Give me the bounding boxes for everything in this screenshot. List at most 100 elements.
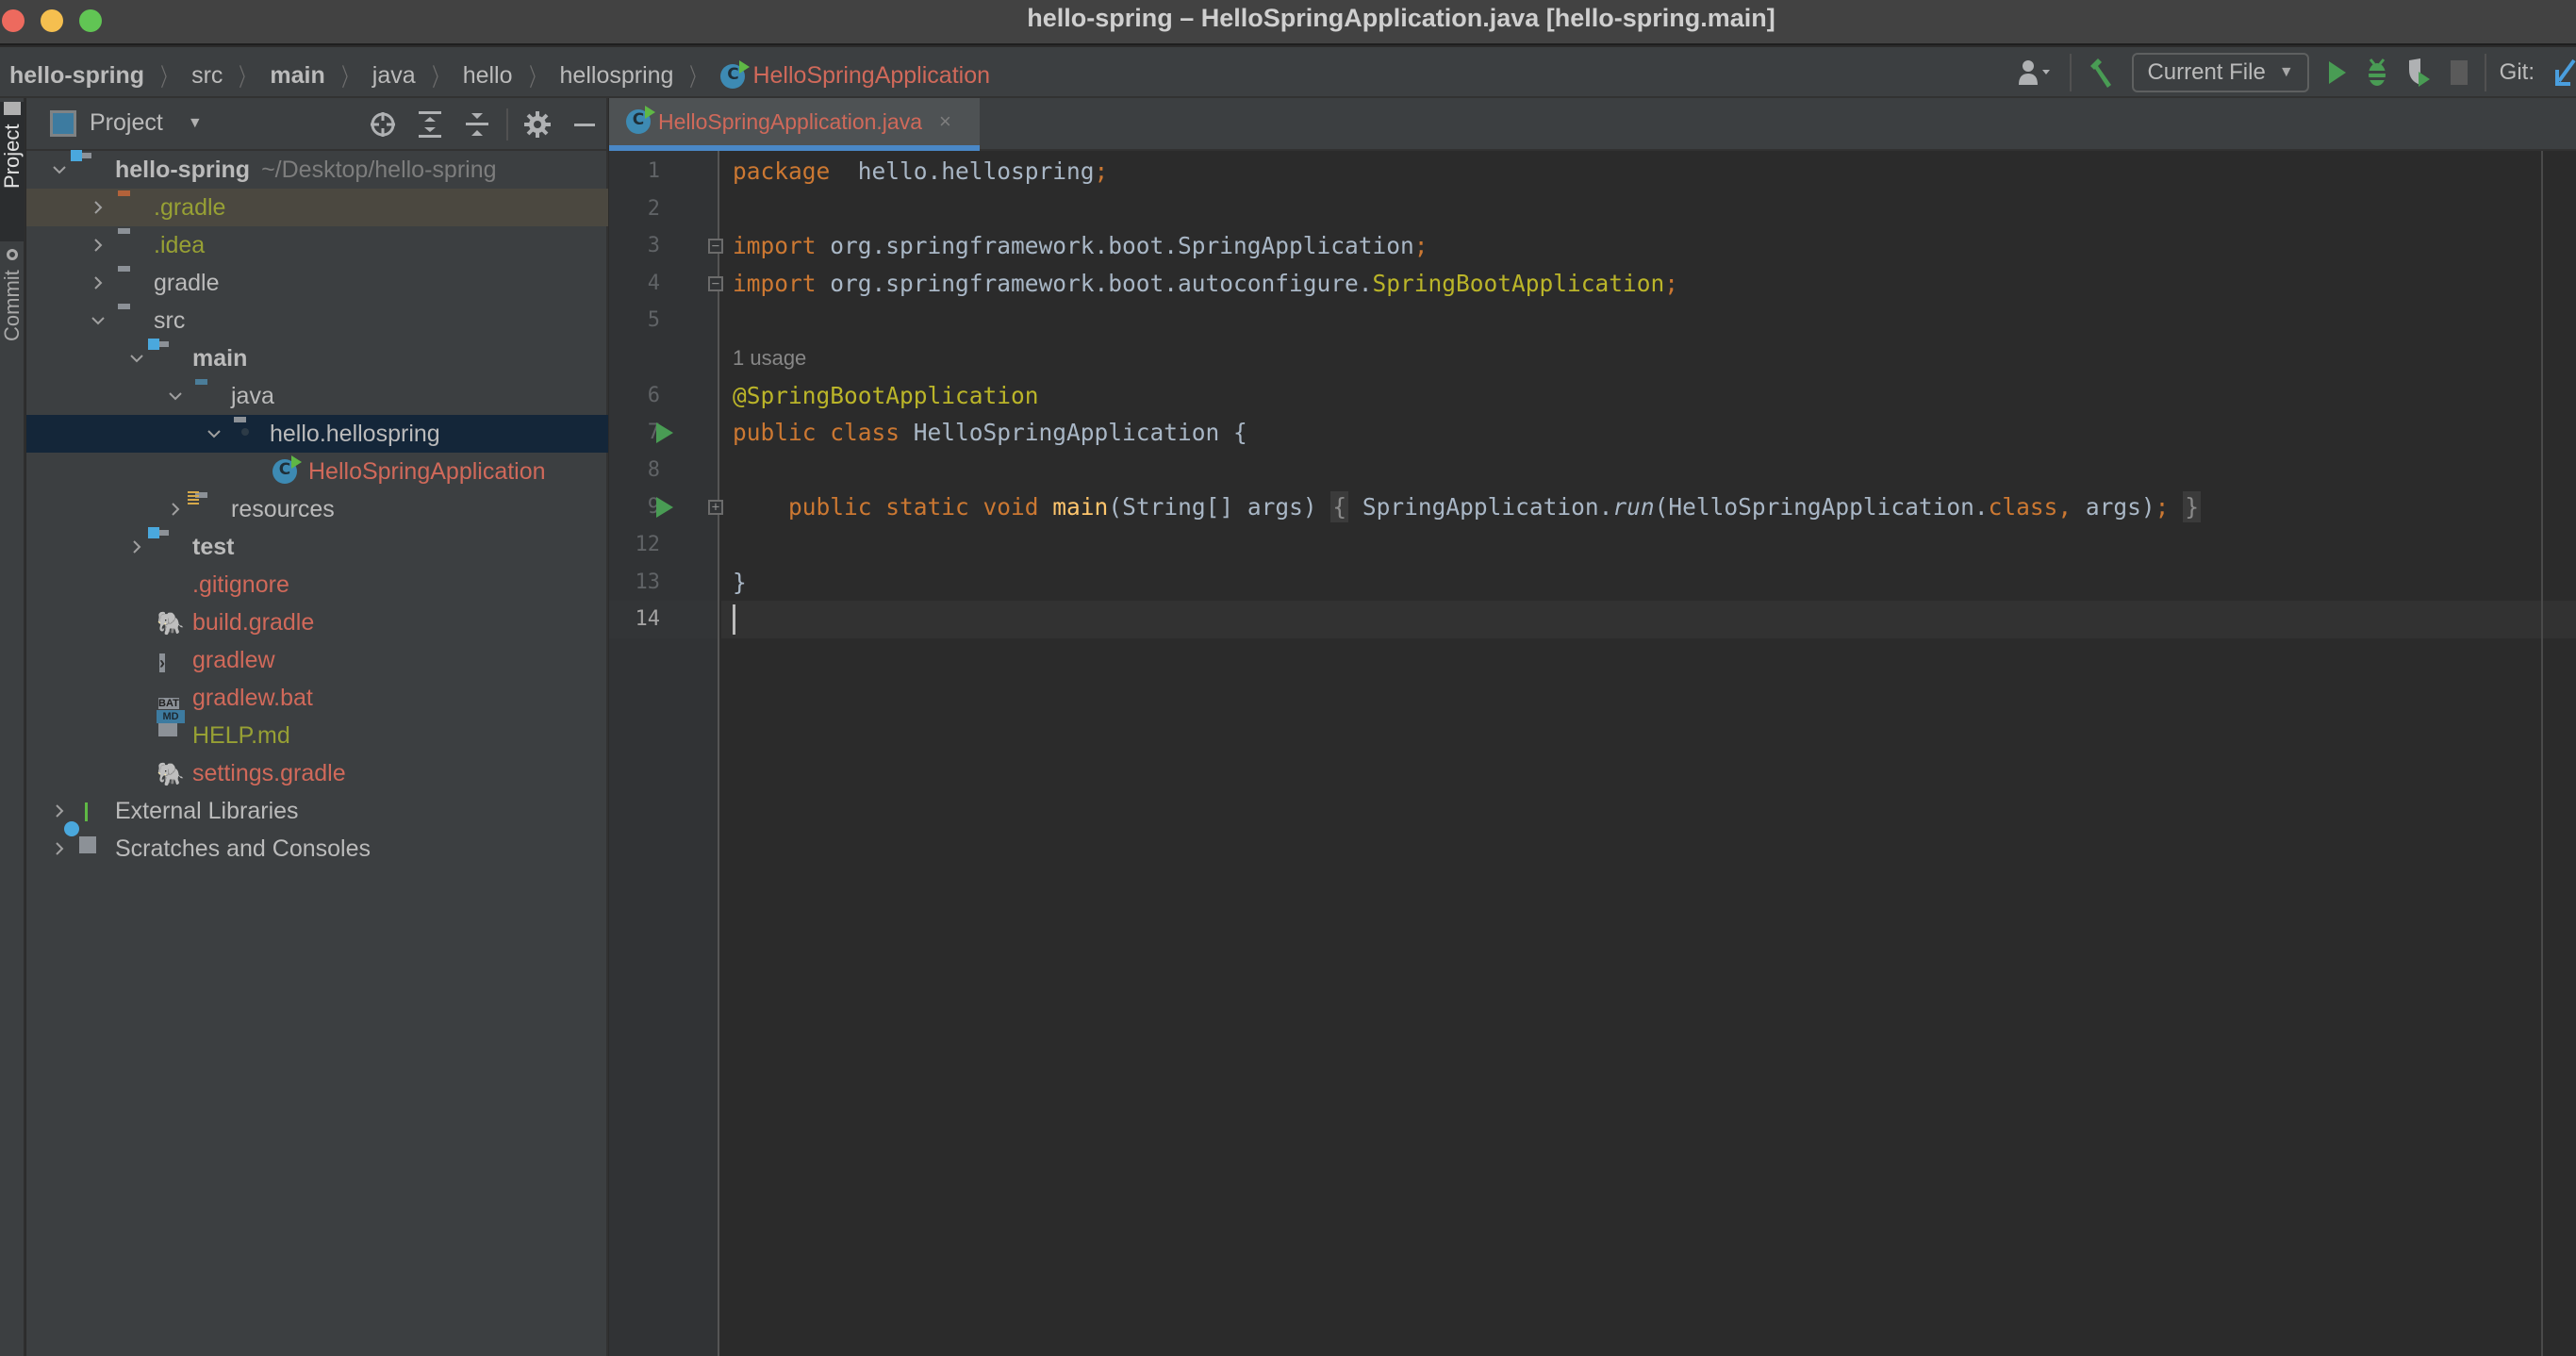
- tree-item-label: hello-spring: [115, 156, 251, 183]
- breadcrumb-separator: 〉: [528, 63, 544, 91]
- project-view-selector[interactable]: Project ▼: [50, 109, 203, 137]
- project-tree: hello-spring ~/Desktop/hello-spring .gradl…: [26, 151, 608, 868]
- folder-icon: [118, 233, 146, 257]
- tree-item-idea[interactable]: .idea: [26, 226, 608, 264]
- code-editor[interactable]: package hello.hellospring; import org.spr…: [721, 151, 2576, 1356]
- java-class-icon: [272, 455, 302, 484]
- breadcrumb-item-hello[interactable]: hello: [463, 62, 513, 90]
- code-token: (String[] args): [1108, 493, 1331, 521]
- project-window-icon: [50, 109, 76, 137]
- run-configuration-label: Current File: [2147, 59, 2266, 85]
- line-number: 8: [647, 457, 660, 482]
- main-toolbar: Current File ▼ Git:: [2009, 47, 2576, 98]
- tree-item-help-md[interactable]: MD HELP.md: [26, 710, 608, 754]
- breadcrumb-item-src[interactable]: src: [191, 62, 223, 90]
- keyword-token: import: [733, 269, 817, 297]
- tree-item-hello-hellospring[interactable]: hello.hellospring: [26, 415, 608, 453]
- tool-window-tab-commit[interactable]: Commit: [0, 249, 25, 372]
- tool-window-tab-project[interactable]: Project: [0, 102, 25, 241]
- stop-icon[interactable]: [2449, 54, 2469, 91]
- coverage-icon[interactable]: [2405, 54, 2434, 91]
- git-label: Git:: [2499, 59, 2535, 85]
- tree-item-resources[interactable]: resources: [26, 490, 608, 528]
- folded-region-bracket[interactable]: }: [2183, 491, 2201, 523]
- tree-item-label: main: [192, 344, 248, 372]
- tree-item-java[interactable]: java: [26, 377, 608, 415]
- package-icon: [234, 422, 262, 446]
- chevron-down-icon[interactable]: [49, 151, 70, 189]
- chevron-down-icon[interactable]: [126, 339, 147, 377]
- gear-icon[interactable]: [518, 106, 557, 143]
- breadcrumb-separator: 〉: [689, 63, 705, 91]
- editor-tab-label: HelloSpringApplication.java: [658, 108, 922, 134]
- code-line: import org.springframework.boot.autoconf…: [733, 265, 1678, 303]
- breadcrumb-separator: 〉: [431, 63, 447, 91]
- chevron-right-icon[interactable]: [88, 189, 108, 226]
- tree-item-label: settings.gradle: [192, 759, 346, 786]
- tree-item-main[interactable]: main: [26, 339, 608, 377]
- markdown-file-icon: MD: [157, 710, 185, 748]
- line-number: 2: [647, 196, 660, 221]
- tree-item-label: gradlew: [192, 646, 275, 673]
- tree-item-build-gradle[interactable]: 🐘 build.gradle: [26, 604, 608, 641]
- folder-icon: [4, 102, 21, 115]
- annotation-token: SpringBootApplication: [1372, 269, 1665, 297]
- breadcrumb-item-java[interactable]: java: [372, 62, 416, 90]
- tree-item-label: gradle: [154, 269, 220, 296]
- gradle-elephant-icon: 🐘: [157, 762, 185, 787]
- tree-item-test[interactable]: test: [26, 528, 608, 566]
- editor-tab-active[interactable]: HelloSpringApplication.java ×: [609, 98, 980, 151]
- line-number: 3: [647, 234, 660, 258]
- chevron-right-icon[interactable]: [88, 264, 108, 302]
- collapse-all-icon[interactable]: [457, 106, 497, 143]
- code-token: org.springframework.boot.autoconfigure.: [816, 269, 1373, 297]
- close-tab-icon[interactable]: ×: [939, 109, 951, 134]
- keyword-token: ;: [2155, 493, 2170, 521]
- chevron-right-icon[interactable]: [49, 830, 70, 868]
- gutter-run-icon[interactable]: [656, 497, 673, 519]
- scratches-icon: [79, 836, 107, 861]
- tree-item-src[interactable]: src: [26, 302, 608, 339]
- usages-inlay-hint[interactable]: 1 usage: [733, 339, 806, 377]
- chevron-down-icon[interactable]: [88, 302, 108, 339]
- breadcrumb-item-class[interactable]: HelloSpringApplication: [720, 59, 990, 90]
- tree-item-label: test: [192, 533, 235, 560]
- run-icon[interactable]: [2326, 54, 2349, 91]
- tree-item-external-libraries[interactable]: External Libraries: [26, 792, 608, 830]
- tree-item-gradle[interactable]: .gradle: [26, 189, 608, 226]
- bug-icon[interactable]: [2364, 54, 2390, 91]
- line-number: 9: [647, 495, 660, 520]
- tree-item-hello-spring[interactable]: hello-spring ~/Desktop/hello-spring: [26, 151, 608, 189]
- tool-window-strip: Project Commit: [0, 98, 25, 1356]
- breadcrumb-item-main[interactable]: main: [270, 62, 324, 90]
- chevron-down-icon: ▼: [2278, 64, 2294, 80]
- tree-item-gitignore[interactable]: .gitignore: [26, 566, 608, 604]
- tree-item-gradle[interactable]: gradle: [26, 264, 608, 302]
- tree-item-scratches-and-consoles[interactable]: Scratches and Consoles: [26, 830, 608, 868]
- breadcrumb-item-hellospring[interactable]: hellospring: [560, 62, 674, 90]
- text-cursor: [733, 604, 735, 636]
- breadcrumb-item-project[interactable]: hello-spring: [9, 62, 144, 90]
- tree-item-gradlew[interactable]: › gradlew: [26, 641, 608, 679]
- chevron-down-icon[interactable]: [204, 415, 224, 453]
- tree-item-label: gradlew.bat: [192, 684, 313, 711]
- chevron-right-icon[interactable]: [88, 226, 108, 264]
- line-number: 7: [647, 421, 660, 445]
- run-configuration-dropdown[interactable]: Current File ▼: [2132, 53, 2309, 92]
- tree-item-settings-gradle[interactable]: 🐘 settings.gradle: [26, 754, 608, 792]
- gutter-run-icon[interactable]: [656, 422, 673, 444]
- locate-icon[interactable]: [363, 106, 403, 143]
- line-number: 4: [647, 271, 660, 295]
- tree-item-hellospringapplication[interactable]: HelloSpringApplication: [26, 453, 608, 490]
- folded-region-bracket[interactable]: {: [1330, 491, 1349, 523]
- hide-icon[interactable]: [565, 106, 604, 143]
- git-update-arrow-icon[interactable]: [2553, 54, 2576, 91]
- hammer-icon[interactable]: [2087, 54, 2115, 91]
- chevron-right-icon[interactable]: [126, 528, 147, 566]
- expand-all-icon[interactable]: [410, 106, 450, 143]
- tree-item-gradlew-bat[interactable]: BAT gradlew.bat: [26, 679, 608, 717]
- chevron-down-icon[interactable]: [165, 377, 186, 415]
- chevron-right-icon[interactable]: [165, 490, 186, 528]
- user-icon[interactable]: [2017, 54, 2055, 91]
